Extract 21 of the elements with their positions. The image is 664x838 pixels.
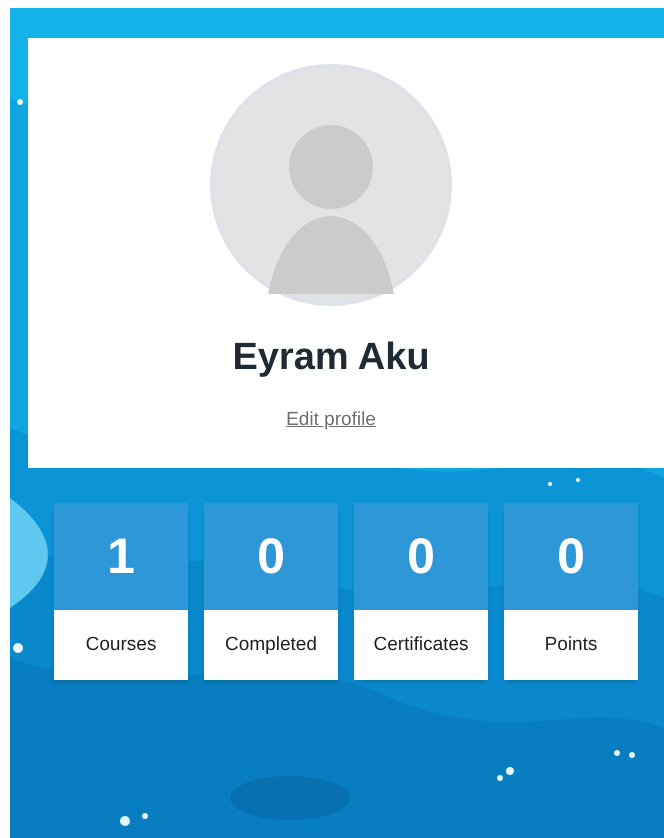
- avatar-icon: [210, 64, 452, 306]
- stat-label: Completed: [224, 632, 318, 657]
- sparkle-dot: [142, 813, 148, 819]
- stat-label: Courses: [84, 632, 158, 657]
- stat-value: 0: [204, 503, 338, 610]
- sparkle-dot: [576, 478, 580, 482]
- stat-value: 0: [504, 503, 638, 610]
- stat-label: Certificates: [372, 632, 470, 657]
- sparkle-dot: [506, 767, 514, 775]
- profile-name: Eyram Aku: [232, 335, 430, 380]
- sparkle-dot: [17, 99, 23, 105]
- stat-value: 0: [354, 503, 488, 610]
- sparkle-dot: [497, 775, 503, 781]
- sparkle-dot: [120, 816, 130, 826]
- sparkle-dot: [13, 643, 23, 653]
- sparkle-dot: [548, 482, 552, 486]
- sparkle-dot: [629, 752, 635, 758]
- stat-value: 1: [54, 503, 188, 610]
- sparkle-dot: [614, 750, 620, 756]
- edit-profile-link[interactable]: Edit profile: [286, 406, 376, 434]
- stat-label: Points: [544, 632, 598, 657]
